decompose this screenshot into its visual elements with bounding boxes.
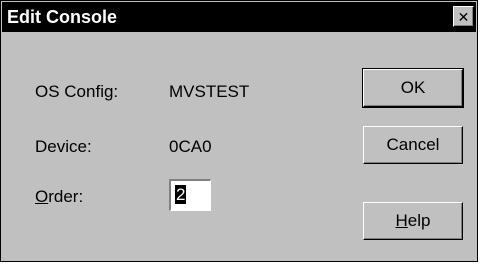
os-config-label: OS Config: (35, 82, 119, 101)
window-title: Edit Console (7, 7, 118, 27)
cancel-button-label: Cancel (386, 135, 440, 154)
order-input[interactable]: 2 (169, 179, 211, 211)
edit-console-dialog: Edit Console ✕ OS Config: MVSTEST Device… (0, 0, 478, 262)
ok-button-label: OK (400, 78, 426, 97)
os-config-value: MVSTEST (169, 82, 250, 101)
help-mnemonic: H (395, 211, 408, 230)
order-label-text: rder: (48, 187, 84, 206)
order-label: Order: (35, 187, 83, 207)
cancel-button[interactable]: Cancel (363, 126, 463, 164)
close-button[interactable]: ✕ (453, 6, 474, 27)
device-label: Device: (35, 137, 92, 156)
help-button-label: Help (396, 211, 431, 231)
help-label-text: elp (407, 211, 431, 230)
close-icon: ✕ (457, 8, 470, 25)
device-value: 0CA0 (169, 137, 212, 156)
order-label-mnemonic: O (35, 187, 49, 206)
title-bar[interactable]: Edit Console ✕ (2, 2, 476, 32)
order-input-value: 2 (175, 185, 187, 204)
help-button[interactable]: Help (363, 202, 463, 240)
ok-button[interactable]: OK (362, 68, 464, 108)
